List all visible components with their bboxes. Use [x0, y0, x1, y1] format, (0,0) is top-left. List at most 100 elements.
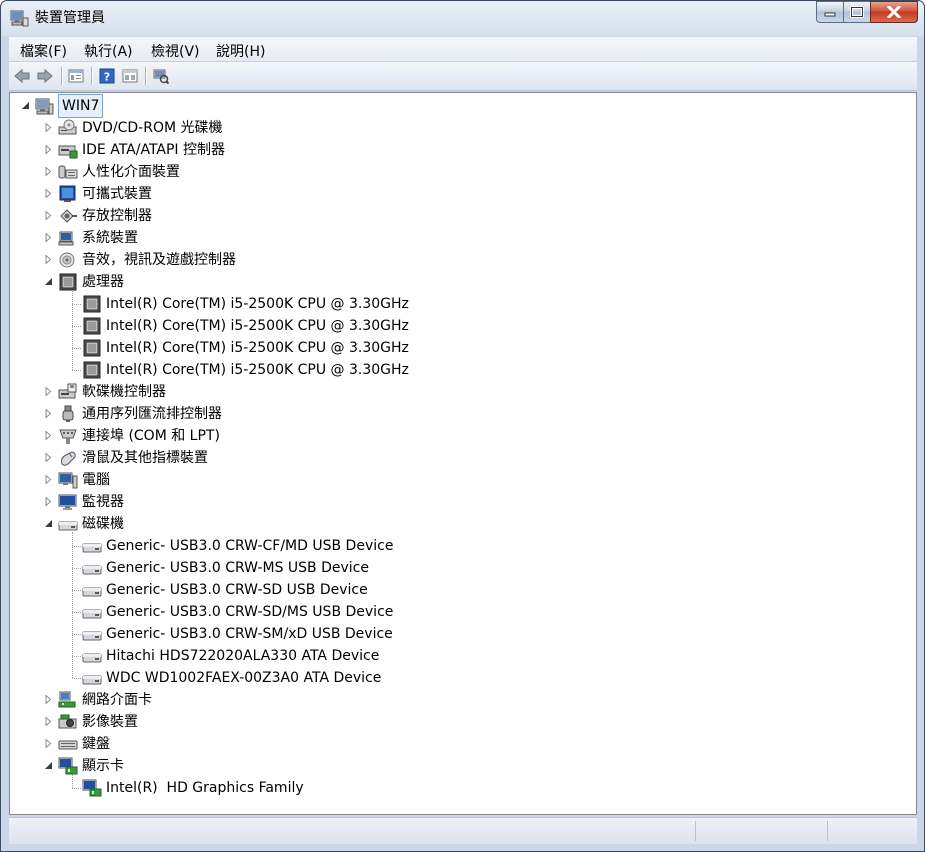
expand-arrow-icon[interactable] — [44, 739, 53, 748]
tree-category-node[interactable]: 滑鼠及其他指標裝置 — [58, 447, 208, 469]
tree-device-node[interactable]: Generic- USB3.0 CRW-SD/MS USB Device — [82, 601, 393, 623]
forward-arrow-icon[interactable] — [37, 68, 53, 84]
scan-hardware-icon[interactable] — [153, 68, 169, 84]
tree-category-node[interactable]: 音效，視訊及遊戲控制器 — [58, 249, 236, 271]
tree-category-node[interactable]: IDE ATA/ATAPI 控制器 — [58, 139, 225, 161]
processor-icon — [83, 339, 101, 357]
tree-device-node[interactable]: Intel(R) Core(TM) i5-2500K CPU @ 3.30GHz — [82, 315, 409, 337]
tree-node-label: Intel(R) Core(TM) i5-2500K CPU @ 3.30GHz — [106, 296, 409, 312]
close-button[interactable] — [870, 1, 918, 23]
tree-device-node[interactable]: Intel(R) Core(TM) i5-2500K CPU @ 3.30GHz — [82, 337, 409, 359]
back-arrow-icon[interactable] — [14, 68, 30, 84]
expand-arrow-icon[interactable] — [44, 167, 53, 176]
processor-icon — [83, 317, 101, 335]
tree-category-node[interactable]: 電腦 — [58, 469, 110, 491]
tree-category-node[interactable]: 系統裝置 — [58, 227, 138, 249]
tree-connector-line — [72, 290, 73, 370]
expand-arrow-icon[interactable] — [44, 255, 53, 264]
dvd-drive-icon — [58, 119, 77, 135]
tree-connector-line — [72, 546, 81, 547]
tree-device-node[interactable]: WDC WD1002FAEX-00Z3A0 ATA Device — [82, 667, 381, 689]
tree-category-node[interactable]: 軟碟機控制器 — [58, 381, 166, 403]
expand-arrow-icon[interactable] — [44, 497, 53, 506]
help-icon[interactable]: ? — [99, 68, 115, 84]
expand-arrow-icon[interactable] — [44, 123, 53, 132]
tree-node-label: 磁碟機 — [82, 516, 124, 532]
tree-category-node[interactable]: 影像裝置 — [58, 711, 138, 733]
expand-arrow-icon[interactable] — [44, 409, 53, 418]
expand-arrow-icon[interactable] — [44, 233, 53, 242]
tree-node-label: 電腦 — [82, 472, 110, 488]
menu-file[interactable]: 檔案(F) — [20, 41, 67, 61]
tree-node-label: 軟碟機控制器 — [82, 384, 166, 400]
tree-node-label: 系統裝置 — [82, 230, 138, 246]
processor-icon — [83, 295, 101, 313]
device-tree[interactable]: WIN7 DVD/CD-ROM 光碟機 IDE ATA/ATAPI 控制器人性化介面… — [9, 92, 917, 815]
collapse-arrow-icon[interactable] — [44, 519, 53, 528]
system-device-icon — [58, 231, 74, 246]
expand-arrow-icon[interactable] — [44, 211, 53, 220]
tree-category-node[interactable]: 連接埠 (COM 和 LPT) — [58, 425, 220, 447]
hid-device-icon — [58, 165, 78, 179]
tree-category-node[interactable]: 可攜式裝置 — [58, 183, 152, 205]
toolbar-separator — [61, 67, 62, 85]
status-pane — [827, 821, 828, 841]
tree-category-node[interactable]: 網路介面卡 — [58, 689, 152, 711]
tree-device-node[interactable]: Intel(R) HD Graphics Family — [82, 777, 304, 799]
tree-device-node[interactable]: Generic- USB3.0 CRW-SD USB Device — [82, 579, 368, 601]
maximize-button[interactable] — [843, 1, 870, 23]
tree-connector-line — [72, 612, 81, 613]
tree-device-node[interactable]: Generic- USB3.0 CRW-CF/MD USB Device — [82, 535, 393, 557]
expand-arrow-icon[interactable] — [44, 145, 53, 154]
expand-arrow-icon[interactable] — [44, 717, 53, 726]
tree-root-node[interactable]: WIN7 — [34, 94, 104, 118]
toolbar: ? — [9, 62, 917, 91]
tree-category-node[interactable]: 通用序列匯流排控制器 — [58, 403, 222, 425]
imaging-device-icon — [58, 714, 77, 729]
tree-device-node[interactable]: Hitachi HDS722020ALA330 ATA Device — [82, 645, 379, 667]
port-icon — [59, 429, 77, 444]
disk-drive-icon — [82, 675, 102, 685]
keyboard-icon — [58, 740, 78, 750]
tree-device-node[interactable]: Generic- USB3.0 CRW-MS USB Device — [82, 557, 369, 579]
tree-category-node[interactable]: 鍵盤 — [58, 733, 110, 755]
processor-icon — [83, 361, 101, 379]
menu-action[interactable]: 執行(A) — [84, 41, 133, 61]
tree-category-node[interactable]: 磁碟機 — [58, 513, 124, 535]
tree-category-node[interactable]: 監視器 — [58, 491, 124, 513]
tree-node-label: Generic- USB3.0 CRW-MS USB Device — [106, 560, 369, 576]
tree-category-node[interactable]: 人性化介面裝置 — [58, 161, 180, 183]
tree-category-node[interactable]: DVD/CD-ROM 光碟機 — [58, 117, 223, 139]
menu-view[interactable]: 檢視(V) — [151, 41, 200, 61]
view-icon[interactable] — [122, 68, 138, 84]
collapse-arrow-icon[interactable] — [44, 761, 53, 770]
minimize-button[interactable] — [816, 1, 843, 23]
title-bar[interactable]: 裝置管理員 — [1, 1, 924, 35]
expand-arrow-icon[interactable] — [44, 695, 53, 704]
expand-arrow-icon[interactable] — [44, 189, 53, 198]
expand-arrow-icon[interactable] — [44, 475, 53, 484]
tree-connector-line — [72, 304, 81, 305]
tree-category-node[interactable]: 存放控制器 — [58, 205, 152, 227]
collapse-arrow-icon[interactable] — [21, 101, 30, 110]
tree-node-label: Intel(R) HD Graphics Family — [106, 780, 304, 796]
minimize-icon — [824, 12, 836, 17]
tree-device-node[interactable]: Intel(R) Core(TM) i5-2500K CPU @ 3.30GHz — [82, 359, 409, 381]
menu-help[interactable]: 說明(H) — [216, 41, 265, 61]
tree-category-node[interactable]: 顯示卡 — [58, 755, 124, 777]
tree-category-node[interactable]: 處理器 — [58, 271, 124, 293]
tree-device-node[interactable]: Generic- USB3.0 CRW-SM/xD USB Device — [82, 623, 393, 645]
expand-arrow-icon[interactable] — [44, 453, 53, 462]
status-bar — [9, 817, 917, 844]
expand-arrow-icon[interactable] — [44, 387, 53, 396]
tree-node-label: Generic- USB3.0 CRW-CF/MD USB Device — [106, 538, 394, 554]
collapse-arrow-icon[interactable] — [44, 277, 53, 286]
expand-arrow-icon[interactable] — [44, 431, 53, 440]
svg-text:?: ? — [104, 71, 110, 84]
tree-node-label: 人性化介面裝置 — [82, 164, 180, 180]
tree-node-label: 連接埠 (COM 和 LPT) — [82, 428, 220, 444]
tree-node-label: 影像裝置 — [82, 714, 138, 730]
tree-device-node[interactable]: Intel(R) Core(TM) i5-2500K CPU @ 3.30GHz — [82, 293, 409, 315]
properties-icon[interactable] — [68, 68, 84, 84]
device-manager-app-icon — [10, 10, 29, 27]
